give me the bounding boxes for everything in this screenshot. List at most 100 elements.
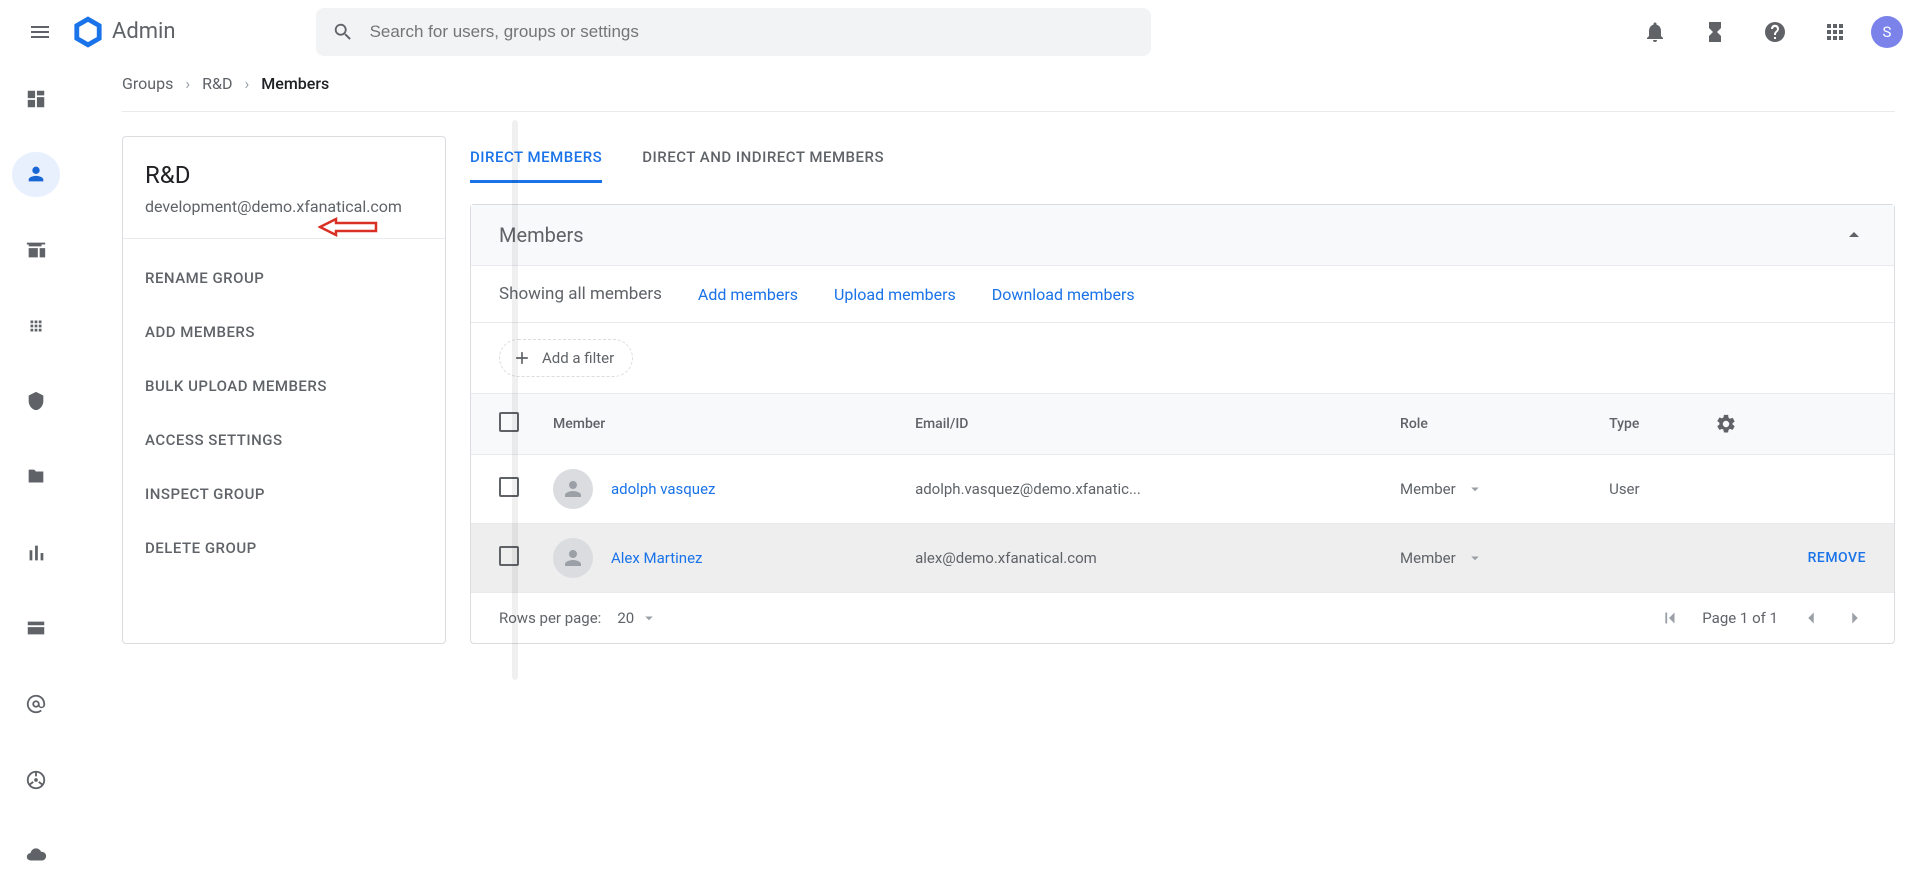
app-logo[interactable]: Admin: [72, 16, 176, 48]
person-icon: [561, 546, 585, 570]
rail-apps[interactable]: [12, 303, 60, 349]
tab-direct-members[interactable]: DIRECT MEMBERS: [470, 136, 602, 183]
at-icon: [25, 693, 47, 715]
member-email: adolph.vasquez@demo.xfanatic...: [903, 455, 1388, 524]
col-type: Type: [1597, 394, 1703, 455]
add-filter-chip[interactable]: Add a filter: [499, 339, 633, 377]
chevron-right-icon: ›: [244, 74, 249, 93]
help-icon: [1763, 20, 1787, 44]
first-page-icon: [1658, 607, 1680, 629]
admin-hex-icon: [72, 16, 104, 48]
chevron-left-icon: [1800, 607, 1822, 629]
member-name-link[interactable]: adolph vasquez: [611, 480, 715, 498]
action-bulk-upload[interactable]: BULK UPLOAD MEMBERS: [123, 359, 445, 413]
next-page-button[interactable]: [1844, 607, 1866, 629]
add-filter-label: Add a filter: [542, 349, 614, 367]
pagination: Rows per page: 20 Page 1 of 1: [471, 593, 1894, 643]
group-email: development@demo.xfanatical.com: [123, 197, 445, 239]
help-button[interactable]: [1751, 8, 1799, 56]
table-row[interactable]: Alex Martinez alex@demo.xfanatical.com M…: [471, 524, 1894, 593]
prev-page-button[interactable]: [1800, 607, 1822, 629]
chevron-down-icon: [640, 609, 658, 627]
search-input[interactable]: [370, 22, 1135, 42]
action-rename-group[interactable]: RENAME GROUP: [123, 251, 445, 305]
nav-rail: [0, 64, 72, 878]
action-access-settings[interactable]: ACCESS SETTINGS: [123, 413, 445, 467]
apps-launcher[interactable]: [1811, 8, 1859, 56]
search-icon: [332, 21, 354, 43]
role-selector[interactable]: Member: [1400, 480, 1585, 498]
notifications-button[interactable]: [1631, 8, 1679, 56]
remove-button[interactable]: REMOVE: [1703, 524, 1894, 593]
bell-icon: [1643, 20, 1667, 44]
rail-account[interactable]: [12, 681, 60, 727]
card-icon: [25, 617, 47, 639]
star-folder-icon: [25, 466, 47, 488]
link-add-members[interactable]: Add members: [698, 285, 798, 304]
members-card: Members Showing all members Add members …: [470, 204, 1895, 644]
gear-icon[interactable]: [1715, 413, 1737, 435]
hamburger-icon: [28, 20, 52, 44]
rail-devices[interactable]: [12, 227, 60, 273]
breadcrumb-groups[interactable]: Groups: [122, 74, 173, 93]
annotation-arrow-icon: [318, 215, 378, 239]
rail-directory[interactable]: [12, 152, 60, 198]
rail-billing[interactable]: [12, 605, 60, 651]
breadcrumb-current: Members: [261, 74, 329, 93]
link-download-members[interactable]: Download members: [992, 285, 1135, 304]
rail-security[interactable]: [12, 379, 60, 425]
action-add-members[interactable]: ADD MEMBERS: [123, 305, 445, 359]
rail-dashboard[interactable]: [12, 76, 60, 122]
rail-show-more[interactable]: [12, 832, 60, 878]
rail-rules[interactable]: [12, 757, 60, 803]
role-selector[interactable]: Member: [1400, 549, 1585, 567]
search-box[interactable]: [316, 8, 1151, 56]
steering-icon: [25, 769, 47, 791]
breadcrumb: Groups › R&D › Members: [122, 64, 1895, 112]
apps-icon: [25, 315, 47, 337]
member-name-link[interactable]: Alex Martinez: [611, 549, 703, 567]
avatar: [553, 469, 593, 509]
shield-icon: [25, 390, 47, 412]
action-inspect-group[interactable]: INSPECT GROUP: [123, 467, 445, 521]
member-email: alex@demo.xfanatical.com: [903, 524, 1388, 593]
avatar: [553, 538, 593, 578]
chevron-down-icon: [1466, 549, 1484, 567]
member-type: [1597, 524, 1703, 593]
devices-icon: [25, 239, 47, 261]
rail-reporting[interactable]: [12, 530, 60, 576]
chevron-down-icon: [1466, 480, 1484, 498]
members-header[interactable]: Members: [471, 205, 1894, 266]
chevron-right-icon: ›: [185, 74, 190, 93]
app-title: Admin: [112, 19, 176, 44]
link-upload-members[interactable]: Upload members: [834, 285, 956, 304]
person-icon: [25, 163, 47, 185]
first-page-button[interactable]: [1658, 607, 1680, 629]
hourglass-icon: [1703, 20, 1727, 44]
col-email: Email/ID: [903, 394, 1388, 455]
apps-grid-icon: [1823, 20, 1847, 44]
rail-storefront[interactable]: [12, 454, 60, 500]
dashboard-icon: [25, 88, 47, 110]
members-actions-row: Showing all members Add members Upload m…: [471, 266, 1894, 323]
scroll-track: [512, 120, 518, 680]
members-table: Member Email/ID Role Type adolph vasquez: [471, 394, 1894, 593]
avatar-initial: S: [1883, 23, 1892, 41]
table-row[interactable]: adolph vasquez adolph.vasquez@demo.xfana…: [471, 455, 1894, 524]
chevron-up-icon: [1842, 223, 1866, 247]
person-icon: [561, 477, 585, 501]
showing-text: Showing all members: [499, 284, 662, 304]
group-name-heading: R&D: [123, 161, 445, 197]
action-delete-group[interactable]: DELETE GROUP: [123, 521, 445, 575]
tab-indirect-members[interactable]: DIRECT AND INDIRECT MEMBERS: [642, 136, 884, 183]
account-avatar[interactable]: S: [1871, 16, 1903, 48]
bar-chart-icon: [25, 542, 47, 564]
page-text: Page 1 of 1: [1702, 609, 1778, 627]
rows-per-page-selector[interactable]: 20: [617, 609, 658, 627]
col-role: Role: [1388, 394, 1597, 455]
member-type: User: [1597, 455, 1703, 524]
tasks-button[interactable]: [1691, 8, 1739, 56]
menu-button[interactable]: [16, 8, 64, 56]
breadcrumb-group-name[interactable]: R&D: [202, 74, 232, 93]
chevron-right-icon: [1844, 607, 1866, 629]
